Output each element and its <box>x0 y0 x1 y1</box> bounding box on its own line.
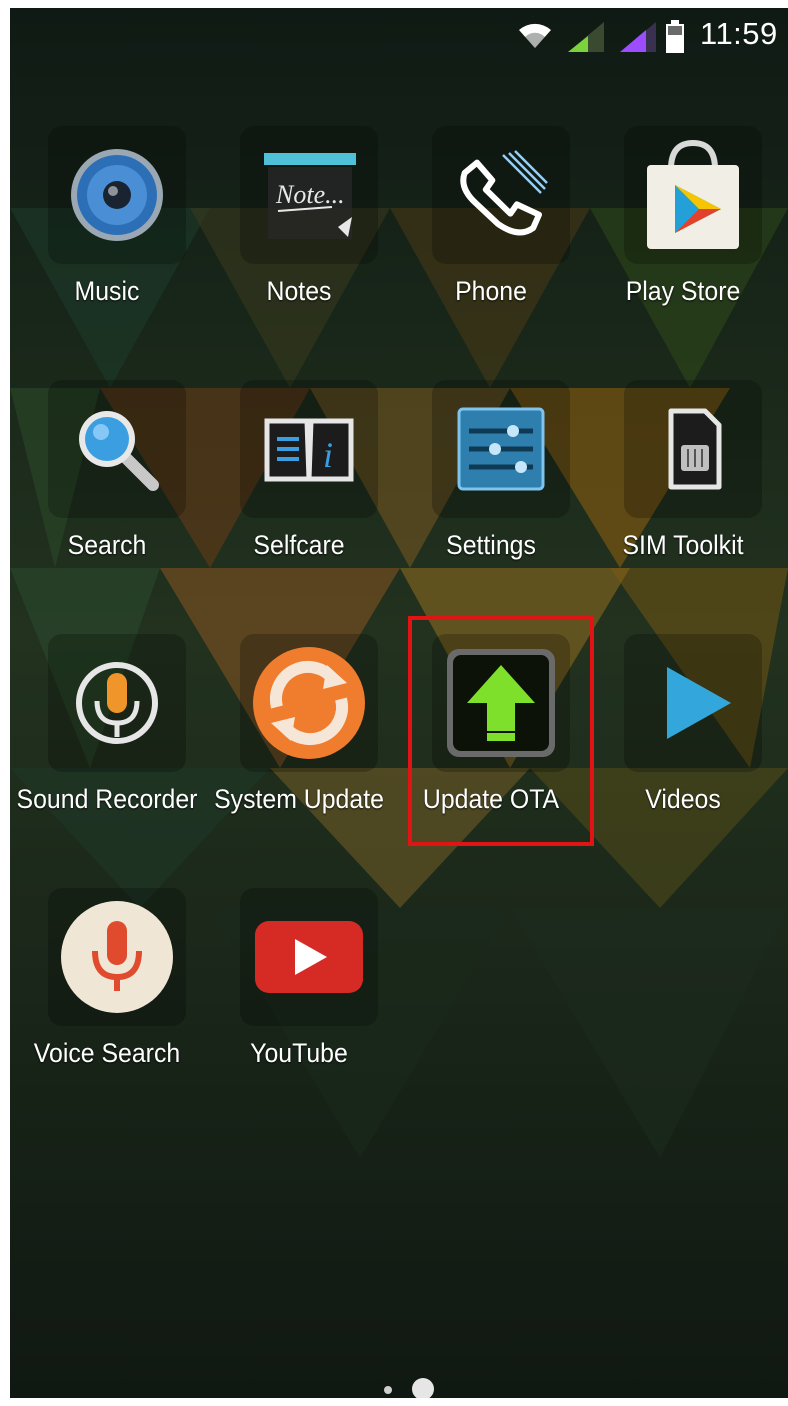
magnifier-icon <box>48 380 186 518</box>
speaker-icon <box>48 126 186 264</box>
clock: 11:59 <box>700 16 778 51</box>
app-sim-toolkit[interactable]: SIM Toolkit <box>586 380 778 610</box>
sim-card-icon <box>624 380 762 518</box>
signal-sim1-icon <box>566 20 606 59</box>
app-videos[interactable]: Videos <box>586 634 778 864</box>
page-indicator <box>10 1374 788 1398</box>
svg-text:i: i <box>323 435 333 475</box>
notepad-icon: Note... <box>240 126 378 264</box>
app-label: Play Store <box>625 276 741 306</box>
app-label: Music <box>74 276 140 306</box>
app-settings[interactable]: Settings <box>394 380 586 610</box>
app-label: Notes <box>266 276 332 306</box>
app-label: Sound Recorder <box>16 784 198 814</box>
mic-search-icon <box>48 888 186 1026</box>
app-label: Search <box>67 530 147 560</box>
app-label: Phone <box>455 276 527 306</box>
app-label: Selfcare <box>253 530 345 560</box>
app-label: Videos <box>645 784 721 814</box>
page-dot-2-active[interactable] <box>412 1378 434 1398</box>
signal-sim2-icon <box>618 20 658 59</box>
app-system-update[interactable]: System Update <box>202 634 394 864</box>
svg-text:Note...: Note... <box>275 180 345 209</box>
app-search[interactable]: Search <box>10 380 202 610</box>
status-bar: 11:59 <box>10 8 788 64</box>
app-youtube[interactable]: YouTube <box>202 888 394 1118</box>
app-sound-recorder[interactable]: Sound Recorder <box>10 634 202 864</box>
sliders-icon <box>432 380 570 518</box>
highlight-box <box>408 616 594 846</box>
wifi-icon <box>515 18 555 55</box>
app-play-store[interactable]: Play Store <box>586 126 778 356</box>
microphone-icon <box>48 634 186 772</box>
youtube-icon <box>240 888 378 1026</box>
handset-icon <box>432 126 570 264</box>
app-label: Settings <box>446 530 536 560</box>
app-music[interactable]: Music <box>10 126 202 356</box>
app-label: Voice Search <box>33 1038 181 1068</box>
app-phone[interactable]: Phone <box>394 126 586 356</box>
book-info-icon: i <box>240 380 378 518</box>
app-voice-search[interactable]: Voice Search <box>10 888 202 1118</box>
app-notes[interactable]: Note... Notes <box>202 126 394 356</box>
app-selfcare[interactable]: i Selfcare <box>202 380 394 610</box>
app-label: SIM Toolkit <box>622 530 744 560</box>
play-icon <box>624 634 762 772</box>
shopping-bag-icon <box>624 126 762 264</box>
refresh-icon <box>240 634 378 772</box>
page-dot-1[interactable] <box>384 1386 392 1394</box>
battery-icon <box>665 20 685 59</box>
home-screen: 11:59 Music Note... Notes Phone Play Sto… <box>10 8 788 1398</box>
app-label: System Update <box>214 784 384 814</box>
app-label: YouTube <box>250 1038 348 1068</box>
